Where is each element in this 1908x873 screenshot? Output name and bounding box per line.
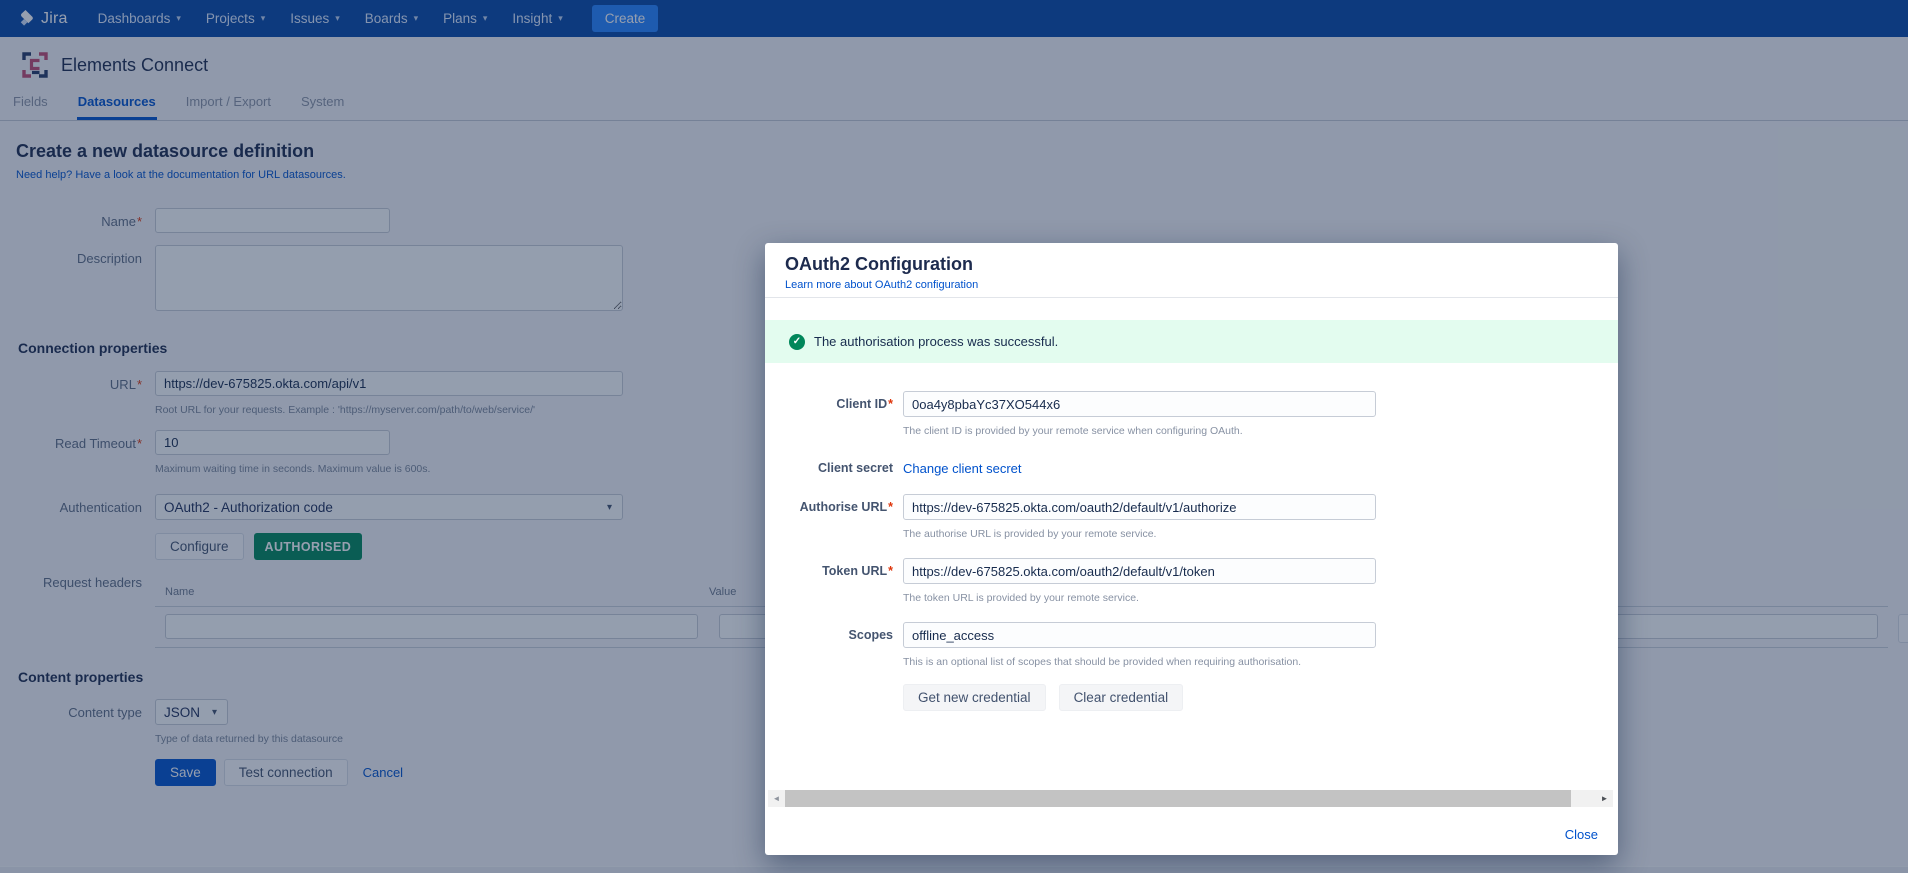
modal-close-link[interactable]: Close	[1565, 827, 1598, 842]
authorise-url-help-text: The authorise URL is provided by your re…	[903, 528, 1598, 540]
client-id-help-text: The client ID is provided by your remote…	[903, 425, 1598, 437]
required-asterisk: *	[888, 500, 893, 514]
token-url-label: Token URL	[822, 564, 887, 578]
client-secret-label: Client secret	[785, 455, 893, 475]
horizontal-scrollbar[interactable]: ◄ ►	[768, 790, 1613, 807]
scopes-input[interactable]	[903, 622, 1376, 648]
scopes-help-text: This is an optional list of scopes that …	[903, 656, 1598, 668]
modal-title: OAuth2 Configuration	[785, 254, 1598, 275]
authorise-url-label: Authorise URL	[800, 500, 888, 514]
token-url-help-text: The token URL is provided by your remote…	[903, 592, 1598, 604]
success-banner: ✓ The authorisation process was successf…	[765, 320, 1618, 363]
oauth2-learn-more-link[interactable]: Learn more about OAuth2 configuration	[785, 279, 978, 291]
scrollbar-thumb[interactable]	[785, 790, 1571, 807]
scopes-label: Scopes	[785, 622, 893, 642]
required-asterisk: *	[888, 564, 893, 578]
oauth2-configuration-dialog: OAuth2 Configuration Learn more about OA…	[765, 243, 1618, 855]
clear-credential-button[interactable]: Clear credential	[1059, 684, 1184, 711]
scrollbar-right-arrow-icon[interactable]: ►	[1596, 790, 1613, 807]
scrollbar-left-arrow-icon[interactable]: ◄	[768, 790, 785, 807]
required-asterisk: *	[888, 397, 893, 411]
change-client-secret-link[interactable]: Change client secret	[903, 455, 1022, 476]
get-new-credential-button[interactable]: Get new credential	[903, 684, 1046, 711]
success-check-icon: ✓	[789, 334, 805, 350]
client-id-input[interactable]	[903, 391, 1376, 417]
authorise-url-input[interactable]	[903, 494, 1376, 520]
success-message: The authorisation process was successful…	[814, 334, 1058, 349]
token-url-input[interactable]	[903, 558, 1376, 584]
client-id-label: Client ID	[836, 397, 887, 411]
